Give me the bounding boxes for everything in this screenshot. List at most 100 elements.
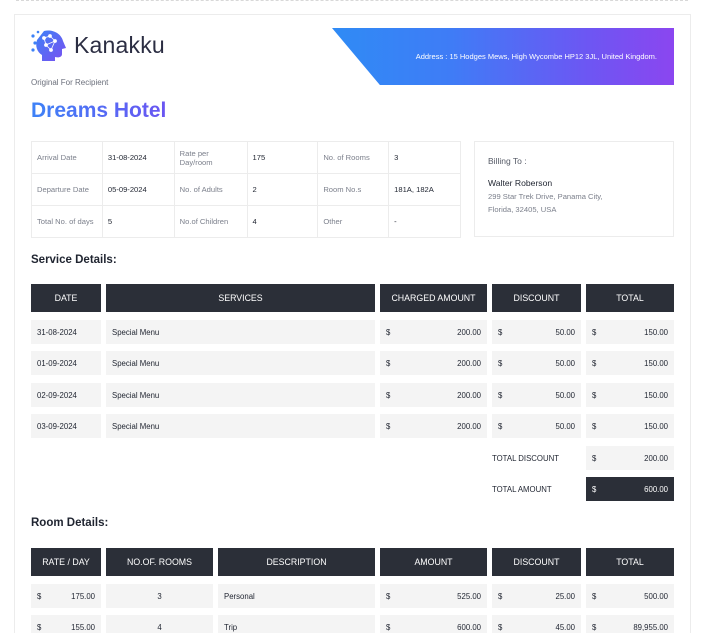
amount: 50.00 <box>555 390 575 400</box>
page-top-border <box>16 0 688 1</box>
info-value: 5 <box>101 205 175 238</box>
amount: 200.00 <box>457 358 481 368</box>
service-row-date: 01-09-2024 <box>31 351 101 375</box>
room-row-total: $500.00 <box>586 584 674 608</box>
room-row-description: Personal <box>218 584 375 608</box>
total-discount-value: $ 200.00 <box>586 446 674 470</box>
service-header-services: SERVICES <box>106 284 375 312</box>
service-header-total: TOTAL <box>586 284 674 312</box>
amount: 150.00 <box>644 358 668 368</box>
amount: 500.00 <box>644 591 668 601</box>
currency-symbol: $ <box>592 622 597 632</box>
amount: 150.00 <box>644 390 668 400</box>
currency-symbol: $ <box>386 421 391 431</box>
info-label: No. of Rooms <box>317 141 390 174</box>
info-value: - <box>388 205 461 238</box>
amount: 50.00 <box>555 358 575 368</box>
amount: 600.00 <box>457 622 481 632</box>
room-row-total: $89,955.00 <box>586 615 674 633</box>
service-header-discount: DISCOUNT <box>492 284 581 312</box>
room-header-rate: RATE / DAY <box>31 548 101 576</box>
stay-info-row: Total No. of days 5 No.of Children 4 Oth… <box>31 205 461 238</box>
currency-symbol: $ <box>592 453 597 463</box>
service-header-date: DATE <box>31 284 101 312</box>
amount: 155.00 <box>71 622 95 632</box>
service-row-charged: $200.00 <box>380 383 487 407</box>
amount: 200.00 <box>457 327 481 337</box>
service-row-charged: $200.00 <box>380 414 487 438</box>
address-banner: Address : 15 Hodges Mews, High Wycombe H… <box>332 28 674 85</box>
info-value: 31-08-2024 <box>101 141 175 174</box>
amount: 200.00 <box>457 390 481 400</box>
info-label: No.of Children <box>173 205 248 238</box>
room-header-rooms: NO.OF. ROOMS <box>106 548 213 576</box>
amount: 45.00 <box>555 622 575 632</box>
room-details-title: Room Details: <box>31 517 109 529</box>
amount: 150.00 <box>644 421 668 431</box>
billing-address: 299 Star Trek Drive, Panama City, Florid… <box>488 192 603 214</box>
amount: 25.00 <box>555 591 575 601</box>
info-label: Other <box>317 205 390 238</box>
service-row-service: Special Menu <box>106 351 375 375</box>
currency-symbol: $ <box>386 327 391 337</box>
service-row-service: Special Menu <box>106 320 375 344</box>
room-row-discount: $25.00 <box>492 584 581 608</box>
info-label: Arrival Date <box>31 141 103 174</box>
billing-name: Walter Roberson <box>488 178 553 188</box>
service-row-discount: $50.00 <box>492 351 581 375</box>
currency-symbol: $ <box>498 327 503 337</box>
room-row-description: Trip <box>218 615 375 633</box>
amount: 175.00 <box>71 591 95 601</box>
info-label: Total No. of days <box>31 205 103 238</box>
recipient-label: Original For Recipient <box>31 78 109 87</box>
service-row-total: $150.00 <box>586 414 674 438</box>
info-label: Room No.s <box>317 173 390 206</box>
info-value: 2 <box>246 173 319 206</box>
amount: 89,955.00 <box>633 622 668 632</box>
billing-title: Billing To : <box>488 156 527 166</box>
room-header-amount: AMOUNT <box>380 548 487 576</box>
currency-symbol: $ <box>592 358 597 368</box>
amount: 150.00 <box>644 327 668 337</box>
service-row-total: $150.00 <box>586 383 674 407</box>
service-details-title: Service Details: <box>31 254 117 266</box>
amount: 600.00 <box>644 484 668 494</box>
amount: 525.00 <box>457 591 481 601</box>
currency-symbol: $ <box>592 390 597 400</box>
currency-symbol: $ <box>592 591 597 601</box>
stay-info-row: Arrival Date 31-08-2024 Rate per Day/roo… <box>31 141 461 174</box>
room-row-amount: $600.00 <box>380 615 487 633</box>
info-value: 175 <box>246 141 319 174</box>
info-label: Departure Date <box>31 173 103 206</box>
total-amount-label: TOTAL AMOUNT <box>492 484 552 494</box>
billing-card: Billing To : Walter Roberson 299 Star Tr… <box>474 141 674 237</box>
hotel-name: Dreams Hotel <box>31 99 167 122</box>
service-row-total: $150.00 <box>586 351 674 375</box>
room-header-description: DESCRIPTION <box>218 548 375 576</box>
room-row-rooms: 3 <box>106 584 213 608</box>
amount: 50.00 <box>555 421 575 431</box>
service-row-charged: $200.00 <box>380 351 487 375</box>
currency-symbol: $ <box>386 390 391 400</box>
service-row-date: 03-09-2024 <box>31 414 101 438</box>
service-header-charged: CHARGED AMOUNT <box>380 284 487 312</box>
service-row-service: Special Menu <box>106 414 375 438</box>
address-text: Address : 15 Hodges Mews, High Wycombe H… <box>415 52 657 61</box>
brand-logo: Kanakku <box>30 28 165 62</box>
service-row-charged: $200.00 <box>380 320 487 344</box>
room-header-discount: DISCOUNT <box>492 548 581 576</box>
currency-symbol: $ <box>498 421 503 431</box>
amount: 50.00 <box>555 327 575 337</box>
amount: 200.00 <box>644 453 668 463</box>
service-row-service: Special Menu <box>106 383 375 407</box>
currency-symbol: $ <box>592 327 597 337</box>
currency-symbol: $ <box>386 591 391 601</box>
service-row-discount: $50.00 <box>492 414 581 438</box>
stay-info-table: Arrival Date 31-08-2024 Rate per Day/roo… <box>31 141 461 238</box>
currency-symbol: $ <box>498 591 503 601</box>
currency-symbol: $ <box>498 358 503 368</box>
info-value: 4 <box>246 205 319 238</box>
currency-symbol: $ <box>37 622 42 632</box>
info-label: Rate per Day/room <box>173 141 248 174</box>
room-row-rate: $155.00 <box>31 615 101 633</box>
